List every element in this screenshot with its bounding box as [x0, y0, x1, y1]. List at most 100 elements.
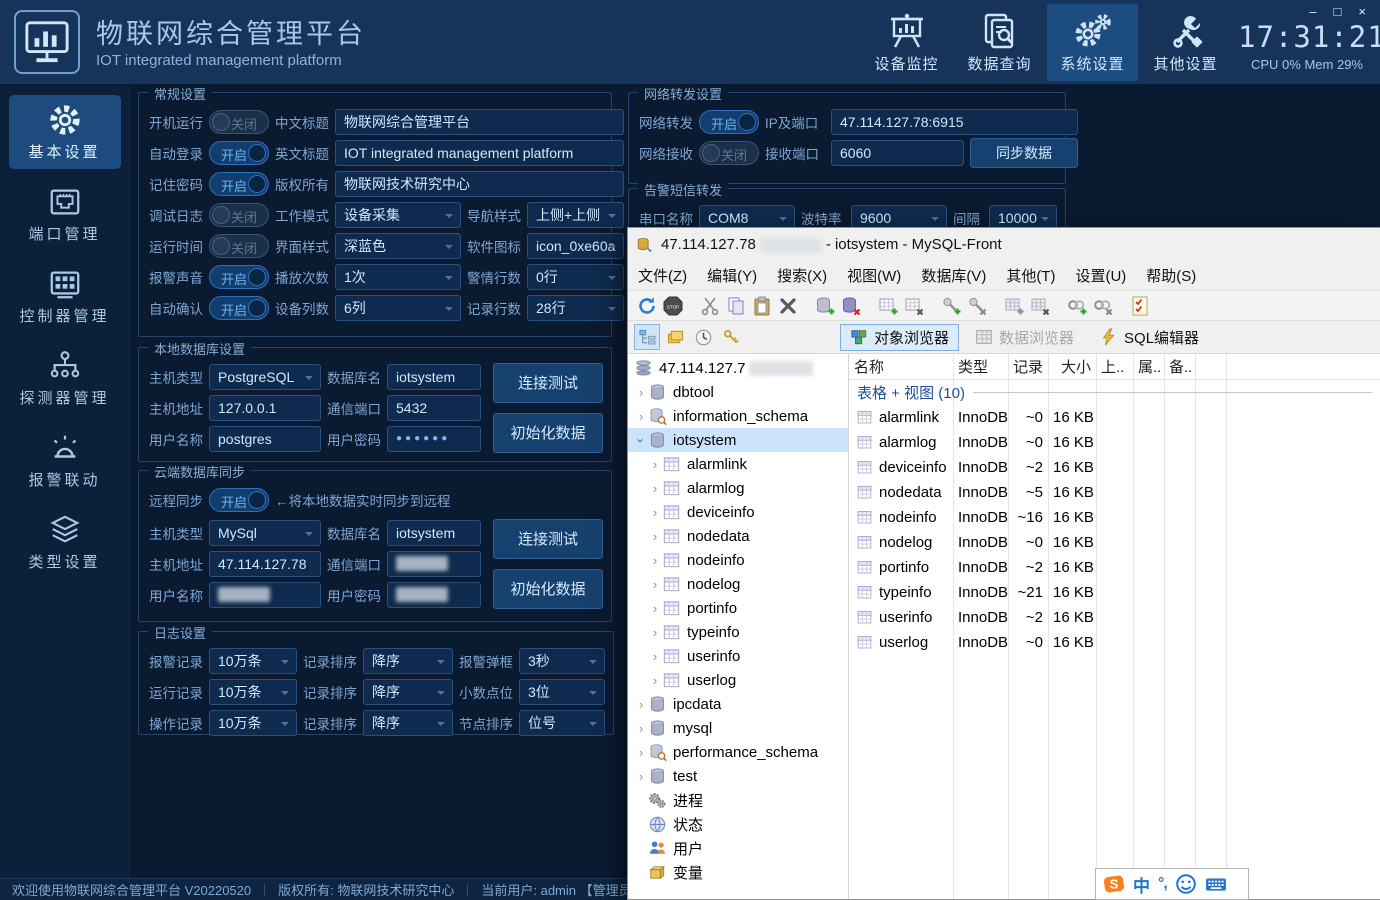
column-header[interactable]: 类型 — [953, 356, 1008, 377]
tree-item[interactable]: ›dbtool — [628, 380, 848, 404]
mysql-titlebar[interactable]: 47.114.127.78- iotsystem - MySQL-Front — [628, 228, 1380, 261]
key-delete-button[interactable] — [1091, 294, 1115, 318]
menu-item[interactable]: 编辑(Y) — [697, 265, 767, 286]
dropdown-select[interactable]: 10万条 — [209, 710, 297, 736]
tree-item[interactable]: ›nodelog — [628, 572, 848, 596]
text-input[interactable]: iotsystem — [387, 364, 481, 390]
chevron-right-icon[interactable]: › — [634, 745, 648, 760]
text-input[interactable] — [209, 582, 321, 608]
chevron-right-icon[interactable]: › — [648, 505, 662, 520]
nav-item-monitor[interactable]: 设备监控 — [861, 4, 952, 81]
sidebar-item-alarm[interactable]: 报警联动 — [9, 423, 121, 497]
nav-item-tools[interactable]: 其他设置 — [1140, 4, 1231, 81]
index-delete-button[interactable] — [1028, 294, 1052, 318]
folders-button[interactable] — [662, 324, 688, 350]
toggle-switch[interactable]: 开启 — [209, 141, 269, 165]
chevron-right-icon[interactable]: › — [648, 577, 662, 592]
maximize-button[interactable]: □ — [1334, 6, 1342, 18]
paste-button[interactable] — [750, 294, 774, 318]
table-row[interactable]: portinfoInnoDB~216 KB — [849, 555, 1380, 580]
ime-language-mode[interactable]: 中 — [1133, 872, 1150, 897]
text-input[interactable]: postgres — [209, 426, 321, 452]
dropdown-select[interactable]: 1次 — [335, 264, 461, 290]
table-add-button[interactable] — [876, 294, 900, 318]
keys-button[interactable] — [718, 324, 744, 350]
tree-item[interactable]: 进程 — [628, 788, 848, 812]
tree-item[interactable]: ›nodeinfo — [628, 548, 848, 572]
table-row[interactable]: nodeinfoInnoDB~1616 KB — [849, 505, 1380, 530]
table-row[interactable]: nodelogInnoDB~016 KB — [849, 530, 1380, 555]
text-input[interactable] — [387, 582, 481, 608]
dropdown-select[interactable]: icon_0xe60a — [527, 233, 624, 259]
tree-item[interactable]: ›portinfo — [628, 596, 848, 620]
sidebar-item-port[interactable]: 端口管理 — [9, 177, 121, 251]
toggle-switch[interactable]: 开启 — [209, 172, 269, 196]
menu-item[interactable]: 文件(Z) — [628, 265, 697, 286]
copy-button[interactable] — [724, 294, 748, 318]
chevron-right-icon[interactable]: › — [648, 481, 662, 496]
database-add-button[interactable] — [813, 294, 837, 318]
menu-item[interactable]: 视图(W) — [837, 265, 911, 286]
field-delete-button[interactable] — [965, 294, 989, 318]
dropdown-select[interactable]: 上侧+上侧 — [527, 202, 624, 228]
emoji-icon[interactable] — [1175, 873, 1197, 895]
dropdown-select[interactable]: 3秒 — [519, 648, 605, 674]
tree-item[interactable]: ›deviceinfo — [628, 500, 848, 524]
dropdown-select[interactable]: MySql — [209, 520, 321, 546]
tree-item[interactable]: ›test — [628, 764, 848, 788]
table-delete-button[interactable] — [902, 294, 926, 318]
tree-item[interactable]: ›ipcdata — [628, 692, 848, 716]
dropdown-select[interactable]: 位号 — [519, 710, 605, 736]
chevron-right-icon[interactable]: › — [648, 529, 662, 544]
table-row[interactable]: alarmlinkInnoDB~016 KB — [849, 405, 1380, 430]
sidebar-item-layers[interactable]: 类型设置 — [9, 505, 121, 579]
ime-punctuation-mode[interactable]: °, — [1158, 875, 1167, 893]
nav-item-data-query[interactable]: 数据查询 — [954, 4, 1045, 81]
init-data-button[interactable]: 初始化数据 — [493, 569, 603, 609]
table-row[interactable]: userlogInnoDB~016 KB — [849, 630, 1380, 655]
column-header[interactable]: 名称 — [849, 356, 953, 377]
dropdown-select[interactable]: 深蓝色 — [335, 233, 461, 259]
chevron-right-icon[interactable]: › — [634, 385, 648, 400]
chevron-right-icon[interactable]: › — [634, 409, 648, 424]
toggle-switch[interactable]: 开启 — [209, 488, 269, 512]
sync-data-button[interactable]: 同步数据 — [970, 138, 1078, 168]
tree-item[interactable]: ›mysql — [628, 716, 848, 740]
tree-item[interactable]: 用户 — [628, 836, 848, 860]
column-header[interactable]: 备.. — [1164, 356, 1195, 377]
tab-data-browser[interactable]: 数据浏览器 — [965, 324, 1084, 351]
menu-item[interactable]: 搜索(X) — [767, 265, 837, 286]
text-input[interactable] — [387, 551, 481, 577]
object-tree-button[interactable] — [634, 324, 660, 350]
chevron-right-icon[interactable]: › — [634, 697, 648, 712]
text-input[interactable]: 物联网综合管理平台 — [335, 109, 624, 135]
menu-item[interactable]: 其他(T) — [996, 265, 1065, 286]
chevron-right-icon[interactable]: › — [648, 625, 662, 640]
tree-item[interactable]: 状态 — [628, 812, 848, 836]
init-data-button[interactable]: 初始化数据 — [493, 413, 603, 453]
dropdown-select[interactable]: 6列 — [335, 295, 461, 321]
dropdown-select[interactable]: 10万条 — [209, 648, 297, 674]
sidebar-item-detector[interactable]: 探测器管理 — [9, 341, 121, 415]
menu-item[interactable]: 设置(U) — [1065, 265, 1136, 286]
toggle-switch[interactable]: 开启 — [209, 296, 269, 320]
dropdown-select[interactable]: 28行 — [527, 295, 624, 321]
delete-button[interactable] — [776, 294, 800, 318]
tab-sql-editor[interactable]: SQL编辑器 — [1090, 324, 1209, 351]
password-field[interactable]: ●●●●●● — [387, 426, 481, 452]
toggle-switch[interactable]: 关闭 — [209, 110, 269, 134]
database-delete-button[interactable] — [839, 294, 863, 318]
tab-object-browser[interactable]: 对象浏览器 — [840, 324, 959, 351]
dropdown-select[interactable]: 降序 — [363, 648, 453, 674]
dropdown-select[interactable]: PostgreSQL — [209, 364, 321, 390]
text-input[interactable]: 5432 — [387, 395, 481, 421]
sidebar-item-gear[interactable]: 基本设置 — [9, 95, 121, 169]
toggle-switch[interactable]: 关闭 — [209, 234, 269, 258]
table-row[interactable]: deviceinfoInnoDB~216 KB — [849, 455, 1380, 480]
history-button[interactable] — [690, 324, 716, 350]
stop-button[interactable]: STOP — [661, 294, 685, 318]
toggle-switch[interactable]: 关闭 — [209, 203, 269, 227]
chevron-right-icon[interactable]: › — [634, 769, 648, 784]
tree-item[interactable]: ›alarmlink — [628, 452, 848, 476]
close-button[interactable]: × — [1358, 6, 1366, 18]
